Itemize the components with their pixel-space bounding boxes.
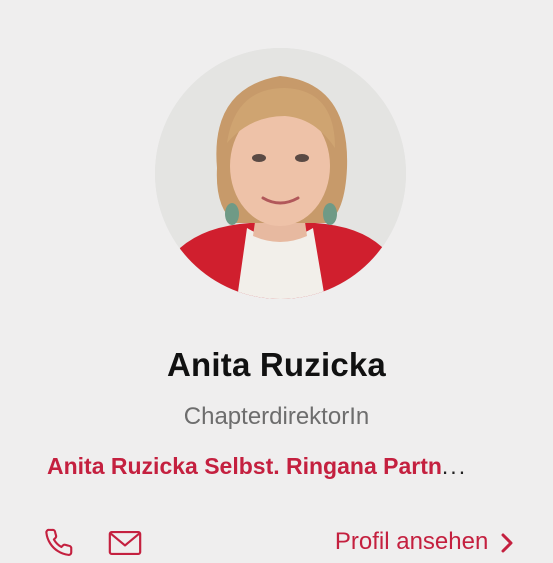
- profile-name: Anita Ruzicka: [167, 346, 386, 383]
- view-profile-link[interactable]: Profil ansehen: [335, 528, 513, 556]
- avatar: [155, 48, 406, 299]
- chevron-right-icon: [501, 533, 513, 553]
- company-name-text: Anita Ruzicka Selbst. Ringana Partn: [47, 453, 442, 479]
- profile-role: ChapterdirektorIn: [183, 403, 370, 430]
- company-name: Anita Ruzicka Selbst. Ringana Partn...: [47, 453, 517, 480]
- member-card: Anita Ruzicka ChapterdirektorIn Anita Ru…: [0, 0, 553, 556]
- phone-icon: [45, 528, 73, 556]
- company-ellipsis: ...: [441, 453, 468, 479]
- email-button[interactable]: [108, 528, 142, 558]
- phone-button[interactable]: [45, 528, 79, 558]
- view-profile-label: Profil ansehen: [334, 528, 489, 555]
- mail-icon: [108, 530, 142, 556]
